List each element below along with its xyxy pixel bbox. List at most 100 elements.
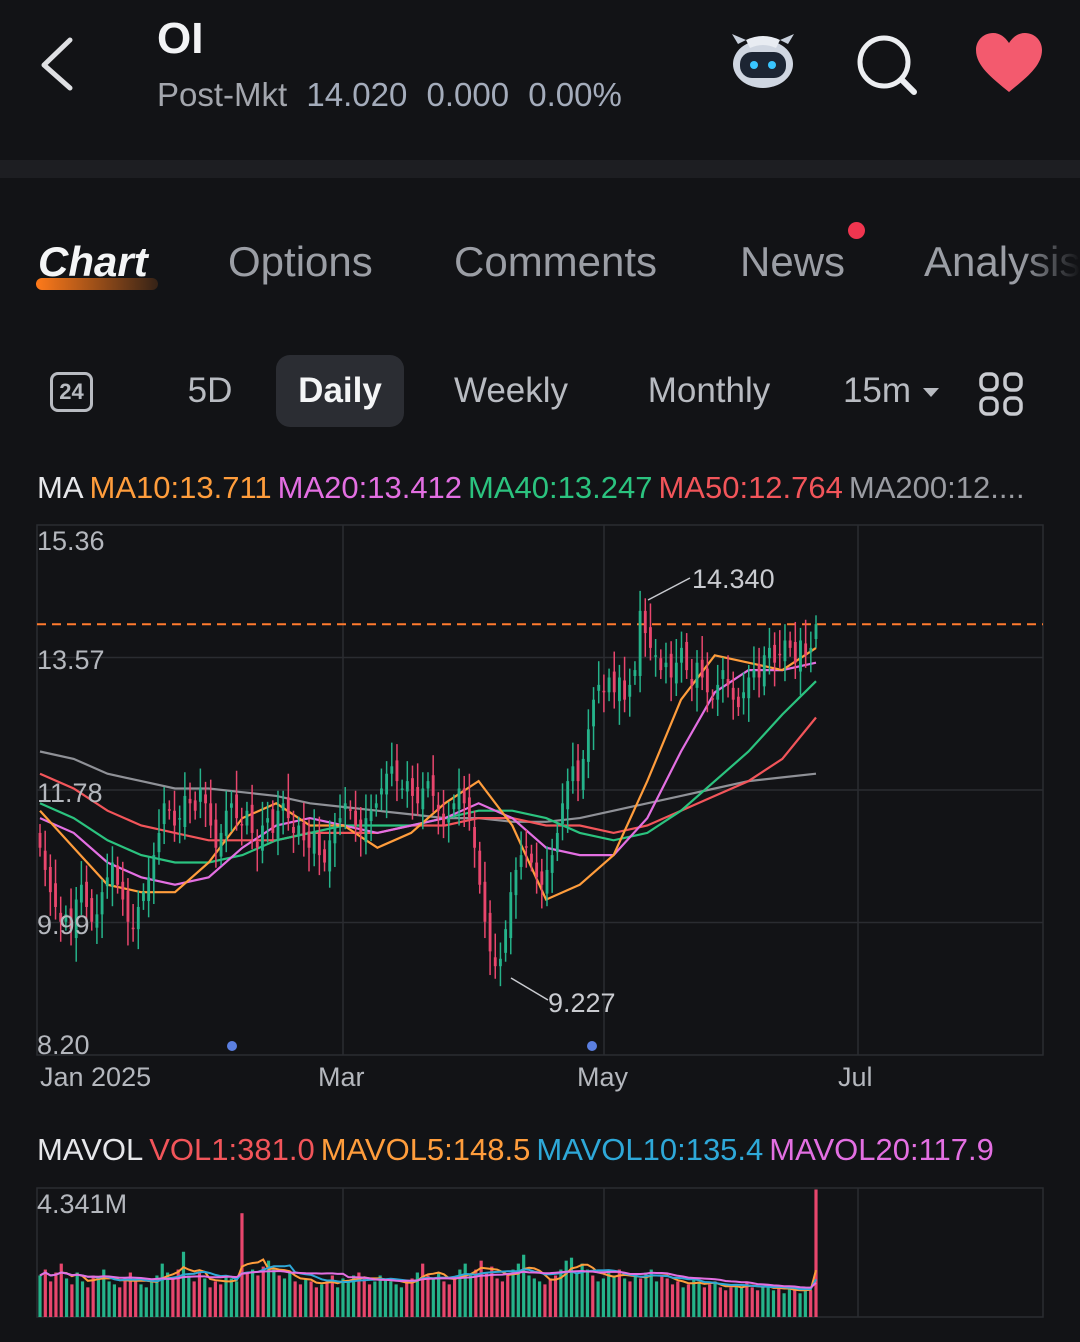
volume-bar <box>304 1278 308 1317</box>
candle-body <box>198 788 202 802</box>
candle-body <box>136 906 140 930</box>
tab-news[interactable]: News <box>740 238 845 286</box>
volume-bar <box>405 1281 409 1317</box>
mavol5-value: MAVOL5:148.5 <box>320 1132 531 1167</box>
period-monthly[interactable]: Monthly <box>632 355 786 427</box>
candle-body <box>783 640 787 662</box>
grid-icon <box>979 372 1023 416</box>
candle-body <box>499 958 502 967</box>
event-marker-dot[interactable] <box>227 1041 237 1051</box>
period-selector: 24 5D Daily Weekly Monthly 15m <box>0 355 1080 430</box>
candle-body <box>348 809 352 811</box>
volume-bar <box>538 1281 542 1317</box>
candle-body <box>659 658 663 671</box>
tabs-fade-overlay <box>1020 230 1080 300</box>
candle-body <box>612 671 616 693</box>
candle-body <box>312 832 316 854</box>
volume-bar <box>670 1284 675 1317</box>
interval-dropdown[interactable]: 15m <box>840 355 942 427</box>
candle-body <box>752 670 756 678</box>
volume-bar <box>160 1263 164 1317</box>
volume-bar <box>777 1287 781 1317</box>
volume-bar <box>564 1260 568 1317</box>
candle-body <box>219 832 223 857</box>
volume-bar <box>548 1278 552 1317</box>
volume-bar <box>644 1272 648 1317</box>
tab-comments[interactable]: Comments <box>454 238 657 286</box>
volume-bar <box>633 1275 637 1317</box>
period-weekly[interactable]: Weekly <box>440 355 582 427</box>
candle-body <box>385 773 389 795</box>
volume-bar <box>123 1278 127 1317</box>
volume-bar <box>596 1281 600 1317</box>
volume-bar <box>495 1278 499 1317</box>
volume-bar <box>378 1275 382 1317</box>
candle-body <box>111 862 114 887</box>
volume-bar <box>197 1272 202 1317</box>
candle-body <box>493 957 497 967</box>
volume-bar <box>771 1290 776 1317</box>
volume-bar <box>171 1278 175 1317</box>
volume-bar <box>452 1278 457 1317</box>
ma-legend[interactable]: MA MA10:13.711 MA20:13.412 MA40:13.247 MA50:… <box>37 470 1037 506</box>
candle-body <box>338 818 342 823</box>
robot-assistant-button[interactable] <box>728 30 798 94</box>
ma40-value: MA40:13.247 <box>468 470 653 505</box>
event-marker-dot[interactable] <box>587 1041 597 1051</box>
period-daily[interactable]: Daily <box>276 355 404 427</box>
candle-body <box>654 655 658 657</box>
chart-layout-button[interactable] <box>978 371 1024 417</box>
candle-body <box>685 641 689 671</box>
volume-chart[interactable]: 4.341M <box>0 1185 1080 1335</box>
tab-options[interactable]: Options <box>228 238 373 286</box>
candle-body <box>162 803 166 825</box>
search-button[interactable] <box>852 30 922 100</box>
volume-bar <box>665 1278 669 1317</box>
y-tick-label: 9.99 <box>37 910 90 940</box>
post-market-quote: Post-Mkt 14.020 0.000 0.00% <box>157 76 632 114</box>
candle-body <box>193 800 197 811</box>
volume-bar <box>336 1287 340 1317</box>
candle-body <box>405 781 409 792</box>
candle-body <box>333 825 337 844</box>
candle-body <box>214 819 218 848</box>
candle-body <box>421 788 425 810</box>
candle-body <box>95 914 99 928</box>
volume-bar <box>213 1281 217 1317</box>
volume-bar <box>569 1257 574 1317</box>
high-label: 14.340 <box>692 564 775 594</box>
volume-bar <box>511 1269 515 1317</box>
candle-body <box>354 810 357 826</box>
favorite-button[interactable] <box>972 30 1046 96</box>
period-5d[interactable]: 5D <box>170 355 250 427</box>
candle-body <box>390 766 394 774</box>
volume-bar <box>522 1254 526 1317</box>
volume-bar <box>38 1275 42 1317</box>
back-button[interactable] <box>32 30 82 100</box>
interval-label: 15m <box>842 371 912 410</box>
volume-bar <box>298 1284 303 1317</box>
candle-body <box>105 877 109 887</box>
volume-bar <box>112 1284 117 1317</box>
candle-body <box>736 696 740 708</box>
candle-body <box>535 862 539 878</box>
candle-body <box>48 866 52 893</box>
candle-body <box>628 684 632 697</box>
candle-body <box>131 927 135 930</box>
candle-body <box>711 698 714 700</box>
24h-toggle-icon[interactable]: 24 <box>50 372 93 412</box>
candle-body <box>400 788 404 791</box>
price-chart[interactable]: 15.36 13.57 11.78 9.99 8.20 Jan 2025 Mar… <box>0 520 1080 1110</box>
candle-body <box>467 797 471 819</box>
ma10-value: MA10:13.711 <box>89 470 272 505</box>
volume-legend[interactable]: MAVOL VOL1:381.0 MAVOL5:148.5 MAVOL10:135.4… <box>37 1132 1000 1168</box>
back-chevron-icon <box>41 37 73 91</box>
volume-bar <box>309 1281 313 1317</box>
candle-body <box>473 827 476 848</box>
volume-bar <box>692 1278 696 1317</box>
ticker-symbol: OI <box>157 14 204 63</box>
tab-chart[interactable]: Chart <box>38 238 148 286</box>
candle-body <box>504 929 508 953</box>
volume-bar <box>718 1287 722 1317</box>
volume-bar <box>80 1281 85 1317</box>
